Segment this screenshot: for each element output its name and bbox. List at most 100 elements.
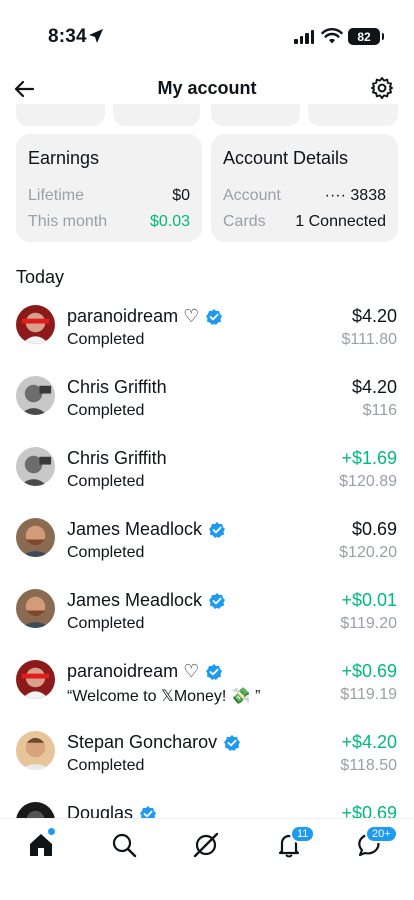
cards-label: Cards (223, 213, 266, 230)
avatar (16, 589, 55, 628)
grok-icon (193, 832, 219, 858)
earnings-month-row: This month $0.03 (28, 209, 190, 235)
action-chip[interactable] (16, 104, 105, 126)
transaction-message: “Welcome to 𝕏Money! 💸 ” (67, 688, 261, 705)
transaction-list: paranoidream ♡ Completed $4.20 $111.80 C… (0, 300, 414, 818)
avatar (16, 305, 55, 344)
running-balance: $120.89 (339, 473, 397, 490)
tab-home[interactable] (27, 828, 57, 861)
transaction-status: Completed (67, 331, 145, 348)
transaction-row[interactable]: Chris Griffith Completed +$1.69 $120.89 (0, 442, 414, 513)
notifications-badge: 11 (290, 825, 316, 843)
location-arrow-icon (89, 29, 103, 43)
header: My account (0, 74, 414, 104)
avatar (16, 376, 55, 415)
avatar (16, 447, 55, 486)
wifi-icon (321, 28, 343, 44)
messages-badge: 20+ (365, 825, 398, 843)
tab-grok[interactable] (192, 831, 222, 861)
cellular-signal-icon (294, 30, 314, 44)
name-line: Stepan Goncharov (67, 732, 241, 753)
name-line: Chris Griffith (67, 377, 167, 398)
running-balance: $119.19 (340, 686, 397, 703)
running-balance: $120.20 (339, 544, 397, 561)
transaction-row[interactable]: Stepan Goncharov Completed +$4.20 $118.5… (0, 726, 414, 797)
transaction-amount: $0.69 (351, 519, 397, 539)
running-balance: $119.20 (340, 615, 397, 632)
action-chip[interactable] (211, 104, 300, 126)
transaction-status: Completed (67, 544, 145, 561)
transaction-row[interactable]: Chris Griffith Completed $4.20 $116 (0, 371, 414, 442)
status-time: 8:34 (48, 26, 87, 47)
earnings-card[interactable]: Earnings Lifetime $0 This month $0.03 (16, 134, 202, 242)
sender-name: Douglas (67, 803, 134, 818)
gear-icon[interactable] (370, 76, 394, 100)
month-label: This month (28, 213, 108, 230)
tab-notifications[interactable]: 11 (275, 825, 316, 861)
transaction-amount: +$1.69 (341, 448, 397, 468)
name-line: James Meadlock (67, 590, 226, 611)
cards-value: 1 Connected (295, 213, 386, 230)
verified-badge-icon (223, 734, 241, 752)
tab-messages[interactable]: 20+ (357, 825, 398, 861)
cards-row: Cards 1 Connected (223, 209, 386, 235)
account-row: Account ···· 3838 (223, 183, 386, 209)
action-chip[interactable] (308, 104, 398, 126)
transaction-status: Completed (67, 757, 145, 774)
avatar (16, 660, 55, 699)
transaction-row[interactable]: James Meadlock Completed $0.69 $120.20 (0, 513, 414, 584)
unread-dot (48, 828, 55, 835)
name-line: paranoidream ♡ (67, 661, 223, 682)
transaction-row[interactable]: Douglas +$0.69 (0, 797, 414, 818)
transaction-status: Completed (67, 402, 145, 419)
transaction-amount: +$0.69 (341, 661, 397, 681)
search-icon (112, 833, 137, 858)
account-details-card[interactable]: Account Details Account ···· 3838 Cards … (211, 134, 398, 242)
sender-name: Stepan Goncharov (67, 732, 218, 752)
transaction-status: Completed (67, 615, 145, 632)
verified-badge-icon (139, 805, 157, 818)
section-heading-today: Today (16, 267, 65, 287)
account-value: ···· 3838 (324, 187, 386, 204)
account-label: Account (223, 187, 281, 204)
home-icon (30, 834, 52, 856)
sender-name: James Meadlock (67, 590, 203, 610)
transaction-row[interactable]: paranoidream ♡ Completed $4.20 $111.80 (0, 300, 414, 371)
action-chip[interactable] (113, 104, 200, 126)
transaction-row[interactable]: James Meadlock Completed +$0.01 $119.20 (0, 584, 414, 655)
verified-badge-icon (208, 592, 226, 610)
lifetime-label: Lifetime (28, 187, 85, 204)
name-line: Douglas (67, 803, 157, 818)
action-chips-row (0, 104, 414, 126)
running-balance: $118.50 (340, 757, 397, 774)
sender-name: paranoidream ♡ (67, 661, 200, 681)
verified-badge-icon (208, 521, 226, 539)
battery-level: 82 (357, 29, 371, 44)
name-line: paranoidream ♡ (67, 306, 223, 327)
sender-name: James Meadlock (67, 519, 203, 539)
transaction-row[interactable]: paranoidream ♡ “Welcome to 𝕏Money! 💸 ” +… (0, 655, 414, 726)
sender-name: Chris Griffith (67, 377, 167, 397)
bottom-tab-bar: 11 20+ (0, 818, 414, 900)
sender-name: Chris Griffith (67, 448, 167, 468)
transaction-amount: $4.20 (351, 377, 397, 397)
transaction-amount: +$0.01 (341, 590, 397, 610)
transaction-amount: +$0.69 (341, 803, 397, 818)
transaction-amount: +$4.20 (341, 732, 397, 752)
battery-indicator: 82 (348, 28, 384, 45)
account-details-title: Account Details (223, 148, 349, 168)
page-title: My account (157, 78, 257, 98)
running-balance: $116 (362, 402, 397, 419)
avatar (16, 518, 55, 557)
tab-search[interactable] (110, 831, 140, 861)
transaction-status: Completed (67, 473, 145, 490)
avatar (16, 731, 55, 770)
avatar (16, 802, 55, 818)
running-balance: $111.80 (341, 331, 397, 348)
verified-badge-icon (205, 663, 223, 681)
transaction-amount: $4.20 (351, 306, 397, 326)
name-line: James Meadlock (67, 519, 226, 540)
month-value: $0.03 (149, 213, 190, 230)
sender-name: paranoidream ♡ (67, 306, 200, 326)
name-line: Chris Griffith (67, 448, 167, 469)
